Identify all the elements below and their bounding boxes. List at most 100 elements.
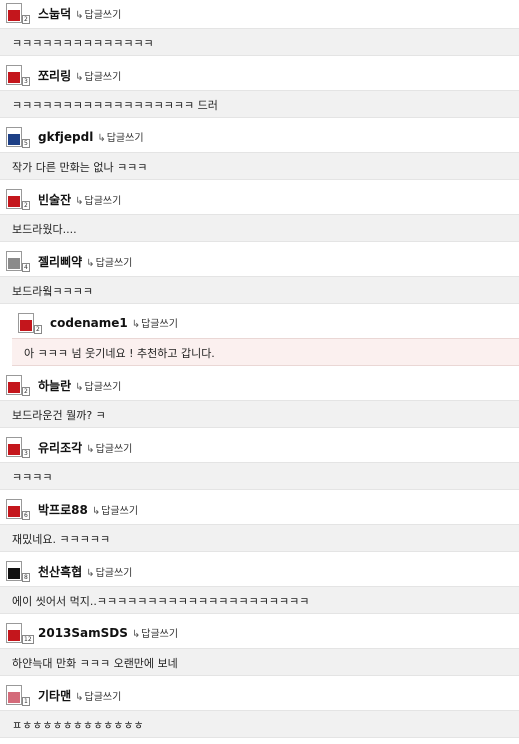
comment-item: 4 젤리삐약 ↳답글쓰기 보드라웤ㅋㅋㅋㅋ — [0, 248, 519, 310]
comment-body: 보드라웤ㅋㅋㅋㅋ — [0, 276, 519, 304]
level-badge: 8 — [22, 573, 30, 582]
comment-body: 에이 씻어서 먹지..ㅋㅋㅋㅋㅋㅋㅋㅋㅋㅋㅋㅋㅋㅋㅋㅋㅋㅋㅋㅋㅋ — [0, 586, 519, 614]
level-badge: 4 — [22, 263, 30, 272]
comment-body: 하얀늑대 만화 ㅋㅋㅋ 오랜만에 보네 — [0, 648, 519, 676]
author-nickname[interactable]: gkfjepdl — [38, 130, 93, 144]
reply-arrow-icon: ↳ — [91, 506, 101, 517]
author-nickname[interactable]: 2013SamSDS — [38, 626, 128, 640]
reply-button[interactable]: ↳답글쓰기 — [132, 315, 178, 330]
hwatu-card-icon — [6, 375, 22, 395]
reply-arrow-icon: ↳ — [131, 629, 141, 640]
reply-arrow-icon: ↳ — [75, 692, 84, 703]
comment-item: 1 기타맨 ↳답글쓰기 ㅍㅎㅎㅎㅎㅎㅎㅎㅎㅎㅎㅎㅎ — [0, 682, 519, 744]
comment-header: 2 빈술잔 ↳답글쓰기 — [0, 186, 519, 214]
hwatu-card-icon — [6, 3, 22, 23]
comment-header: 5 gkfjepdl ↳답글쓰기 — [0, 124, 519, 152]
reply-arrow-icon: ↳ — [131, 319, 141, 330]
comment-item: 3 유리조각 ↳답글쓰기 ㅋㅋㅋㅋ — [0, 434, 519, 496]
reply-button[interactable]: ↳답글쓰기 — [86, 254, 132, 269]
comment-text: 하얀늑대 만화 ㅋㅋㅋ 오랜만에 보네 — [12, 657, 178, 670]
author-nickname[interactable]: 빈술잔 — [38, 193, 71, 207]
comment-body: ㅋㅋㅋㅋㅋㅋㅋㅋㅋㅋㅋㅋㅋㅋㅋㅋㅋㅋ 드러 — [0, 90, 519, 118]
comment-header: 2 스눕덕 ↳답글쓰기 — [0, 0, 519, 28]
comment-header: 8 천산흑협 ↳답글쓰기 — [0, 558, 519, 586]
reply-label: 답글쓰기 — [95, 444, 133, 455]
author-nickname[interactable]: 스눕덕 — [38, 7, 71, 21]
comment-text: ㅋㅋㅋㅋㅋㅋㅋㅋㅋㅋㅋㅋㅋㅋ — [12, 37, 154, 50]
comment-text: 보드라웤ㅋㅋㅋㅋ — [12, 285, 93, 298]
comment-item: 12 2013SamSDS ↳답글쓰기 하얀늑대 만화 ㅋㅋㅋ 오랜만에 보네 — [0, 620, 519, 682]
comment-body: 보드라웠다.... — [0, 214, 519, 242]
author-nickname[interactable]: 유리조각 — [38, 441, 82, 455]
hwatu-card-icon — [6, 499, 22, 519]
comment-item: 8 천산흑협 ↳답글쓰기 에이 씻어서 먹지..ㅋㅋㅋㅋㅋㅋㅋㅋㅋㅋㅋㅋㅋㅋㅋㅋㅋ… — [0, 558, 519, 620]
comment-text: 아 ㅋㅋㅋ 넘 웃기네요 ! 추천하고 갑니다. — [24, 347, 215, 360]
hwatu-card-icon — [18, 313, 34, 333]
reply-arrow-icon: ↳ — [75, 10, 84, 21]
level-badge: 5 — [22, 139, 30, 148]
reply-button[interactable]: ↳답글쓰기 — [86, 440, 132, 455]
comment-header: 4 젤리삐약 ↳답글쓰기 — [0, 248, 519, 276]
comment-header: 2 codename1 ↳답글쓰기 — [0, 310, 519, 338]
reply-button[interactable]: ↳답글쓰기 — [75, 68, 121, 83]
comment-text: 작가 다른 만화는 없나 ㅋㅋㅋ — [12, 161, 148, 174]
author-nickname[interactable]: 젤리삐약 — [38, 255, 82, 269]
comment-text: 에이 씻어서 먹지..ㅋㅋㅋㅋㅋㅋㅋㅋㅋㅋㅋㅋㅋㅋㅋㅋㅋㅋㅋㅋㅋ — [12, 595, 310, 608]
comment-body: 작가 다른 만화는 없나 ㅋㅋㅋ — [0, 152, 519, 180]
reply-arrow-icon: ↳ — [75, 196, 84, 207]
reply-label: 답글쓰기 — [95, 568, 133, 579]
comment-text: ㅋㅋㅋㅋㅋㅋㅋㅋㅋㅋㅋㅋㅋㅋㅋㅋㅋㅋ 드러 — [12, 99, 218, 112]
comment-item: 2 빈술잔 ↳답글쓰기 보드라웠다.... — [0, 186, 519, 248]
reply-arrow-icon: ↳ — [97, 133, 106, 144]
hwatu-card-icon — [6, 251, 22, 271]
comment-text: 보드라웠다.... — [12, 223, 77, 236]
comment-header: 3 유리조각 ↳답글쓰기 — [0, 434, 519, 462]
comment-header: 2 하늘란 ↳답글쓰기 — [0, 372, 519, 400]
comment-text: 재밌네요. ㅋㅋㅋㅋㅋ — [12, 533, 111, 546]
author-nickname[interactable]: codename1 — [50, 316, 128, 330]
hwatu-card-icon — [6, 685, 22, 705]
reply-button[interactable]: ↳답글쓰기 — [86, 564, 132, 579]
comment-body: ㅋㅋㅋㅋ — [0, 462, 519, 490]
reply-button[interactable]: ↳답글쓰기 — [97, 129, 143, 144]
level-badge: 12 — [22, 635, 34, 644]
author-nickname[interactable]: 박프로88 — [38, 503, 88, 517]
comment-header: 6 박프로88 ↳답글쓰기 — [0, 496, 519, 524]
level-badge: 2 — [22, 201, 30, 210]
reply-button[interactable]: ↳답글쓰기 — [92, 502, 138, 517]
hwatu-card-icon — [6, 561, 22, 581]
reply-button[interactable]: ↳답글쓰기 — [132, 625, 178, 640]
comment-item: 6 박프로88 ↳답글쓰기 재밌네요. ㅋㅋㅋㅋㅋ — [0, 496, 519, 558]
level-badge: 2 — [34, 325, 42, 334]
comment-list: 2 스눕덕 ↳답글쓰기 ㅋㅋㅋㅋㅋㅋㅋㅋㅋㅋㅋㅋㅋㅋ 3 쪼리링 ↳답글쓰기 ㅋㅋㅋ… — [0, 0, 519, 744]
level-badge: 6 — [22, 511, 30, 520]
author-nickname[interactable]: 기타맨 — [38, 689, 71, 703]
author-nickname[interactable]: 쪼리링 — [38, 69, 71, 83]
author-nickname[interactable]: 천산흑협 — [38, 565, 82, 579]
comment-item: 2 스눕덕 ↳답글쓰기 ㅋㅋㅋㅋㅋㅋㅋㅋㅋㅋㅋㅋㅋㅋ — [0, 0, 519, 62]
comment-item: 2 하늘란 ↳답글쓰기 보드라운건 뭘까? ㅋ — [0, 372, 519, 434]
reply-arrow-icon: ↳ — [86, 444, 95, 455]
level-badge: 3 — [22, 77, 30, 86]
reply-button[interactable]: ↳답글쓰기 — [75, 192, 121, 207]
reply-label: 답글쓰기 — [141, 629, 179, 640]
reply-arrow-icon: ↳ — [86, 258, 95, 269]
reply-label: 답글쓰기 — [84, 10, 122, 21]
comment-text: ㅍㅎㅎㅎㅎㅎㅎㅎㅎㅎㅎㅎㅎ — [12, 719, 144, 732]
reply-label: 답글쓰기 — [95, 258, 133, 269]
reply-label: 답글쓰기 — [106, 133, 144, 144]
reply-button[interactable]: ↳답글쓰기 — [75, 6, 121, 21]
level-badge: 2 — [22, 15, 30, 24]
comment-text: ㅋㅋㅋㅋ — [12, 471, 53, 484]
reply-label: 답글쓰기 — [101, 506, 139, 517]
reply-arrow-icon: ↳ — [86, 568, 95, 579]
hwatu-card-icon — [6, 65, 22, 85]
hwatu-card-icon — [6, 127, 22, 147]
reply-button[interactable]: ↳답글쓰기 — [75, 688, 121, 703]
reply-label: 답글쓰기 — [141, 319, 178, 330]
comment-text: 보드라운건 뭘까? ㅋ — [12, 409, 106, 422]
comment-header: 12 2013SamSDS ↳답글쓰기 — [0, 620, 519, 648]
author-nickname[interactable]: 하늘란 — [38, 379, 71, 393]
reply-button[interactable]: ↳답글쓰기 — [75, 378, 121, 393]
comment-body: 재밌네요. ㅋㅋㅋㅋㅋ — [0, 524, 519, 552]
